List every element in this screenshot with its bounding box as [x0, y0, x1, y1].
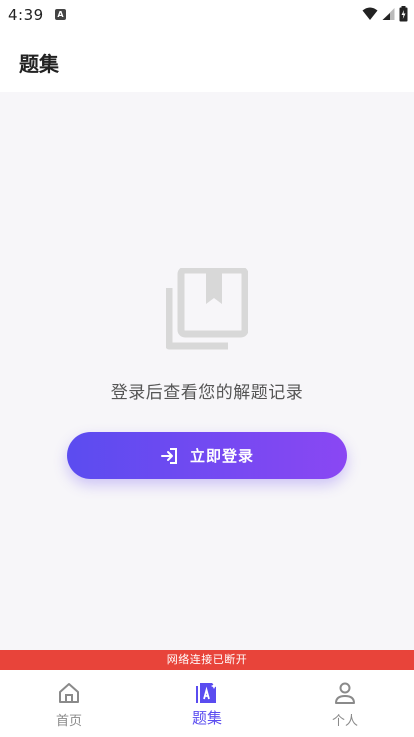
tab-profile[interactable]: 个人	[276, 670, 414, 737]
login-icon	[160, 447, 177, 464]
question-set-icon	[196, 683, 217, 703]
tab-question-set[interactable]: 题集	[138, 670, 276, 737]
notification-app-icon: A	[55, 9, 66, 20]
signal-icon	[382, 8, 395, 20]
login-button[interactable]: 立即登录	[67, 432, 347, 479]
status-time: 4:39	[8, 6, 44, 24]
wifi-icon	[362, 7, 378, 20]
battery-icon	[399, 6, 408, 22]
person-icon	[335, 682, 355, 704]
network-disconnected-banner: 网络连接已断开	[0, 650, 414, 670]
tab-profile-label: 个人	[331, 714, 358, 729]
page-title: 题集	[19, 52, 59, 76]
status-icons	[362, 6, 408, 22]
tab-question-set-label: 题集	[191, 709, 222, 727]
app-header: 题集	[0, 30, 414, 92]
empty-state-message: 登录后查看您的解题记录	[110, 383, 304, 403]
tab-home[interactable]: 首页	[0, 670, 138, 737]
status-bar: 4:39 A	[0, 0, 414, 30]
bottom-tab-bar: 首页 题集 个人	[0, 670, 414, 737]
home-icon	[59, 683, 79, 703]
login-button-label: 立即登录	[189, 447, 254, 465]
main-content	[0, 92, 414, 650]
library-books-icon	[166, 268, 248, 350]
tab-home-label: 首页	[55, 714, 82, 729]
